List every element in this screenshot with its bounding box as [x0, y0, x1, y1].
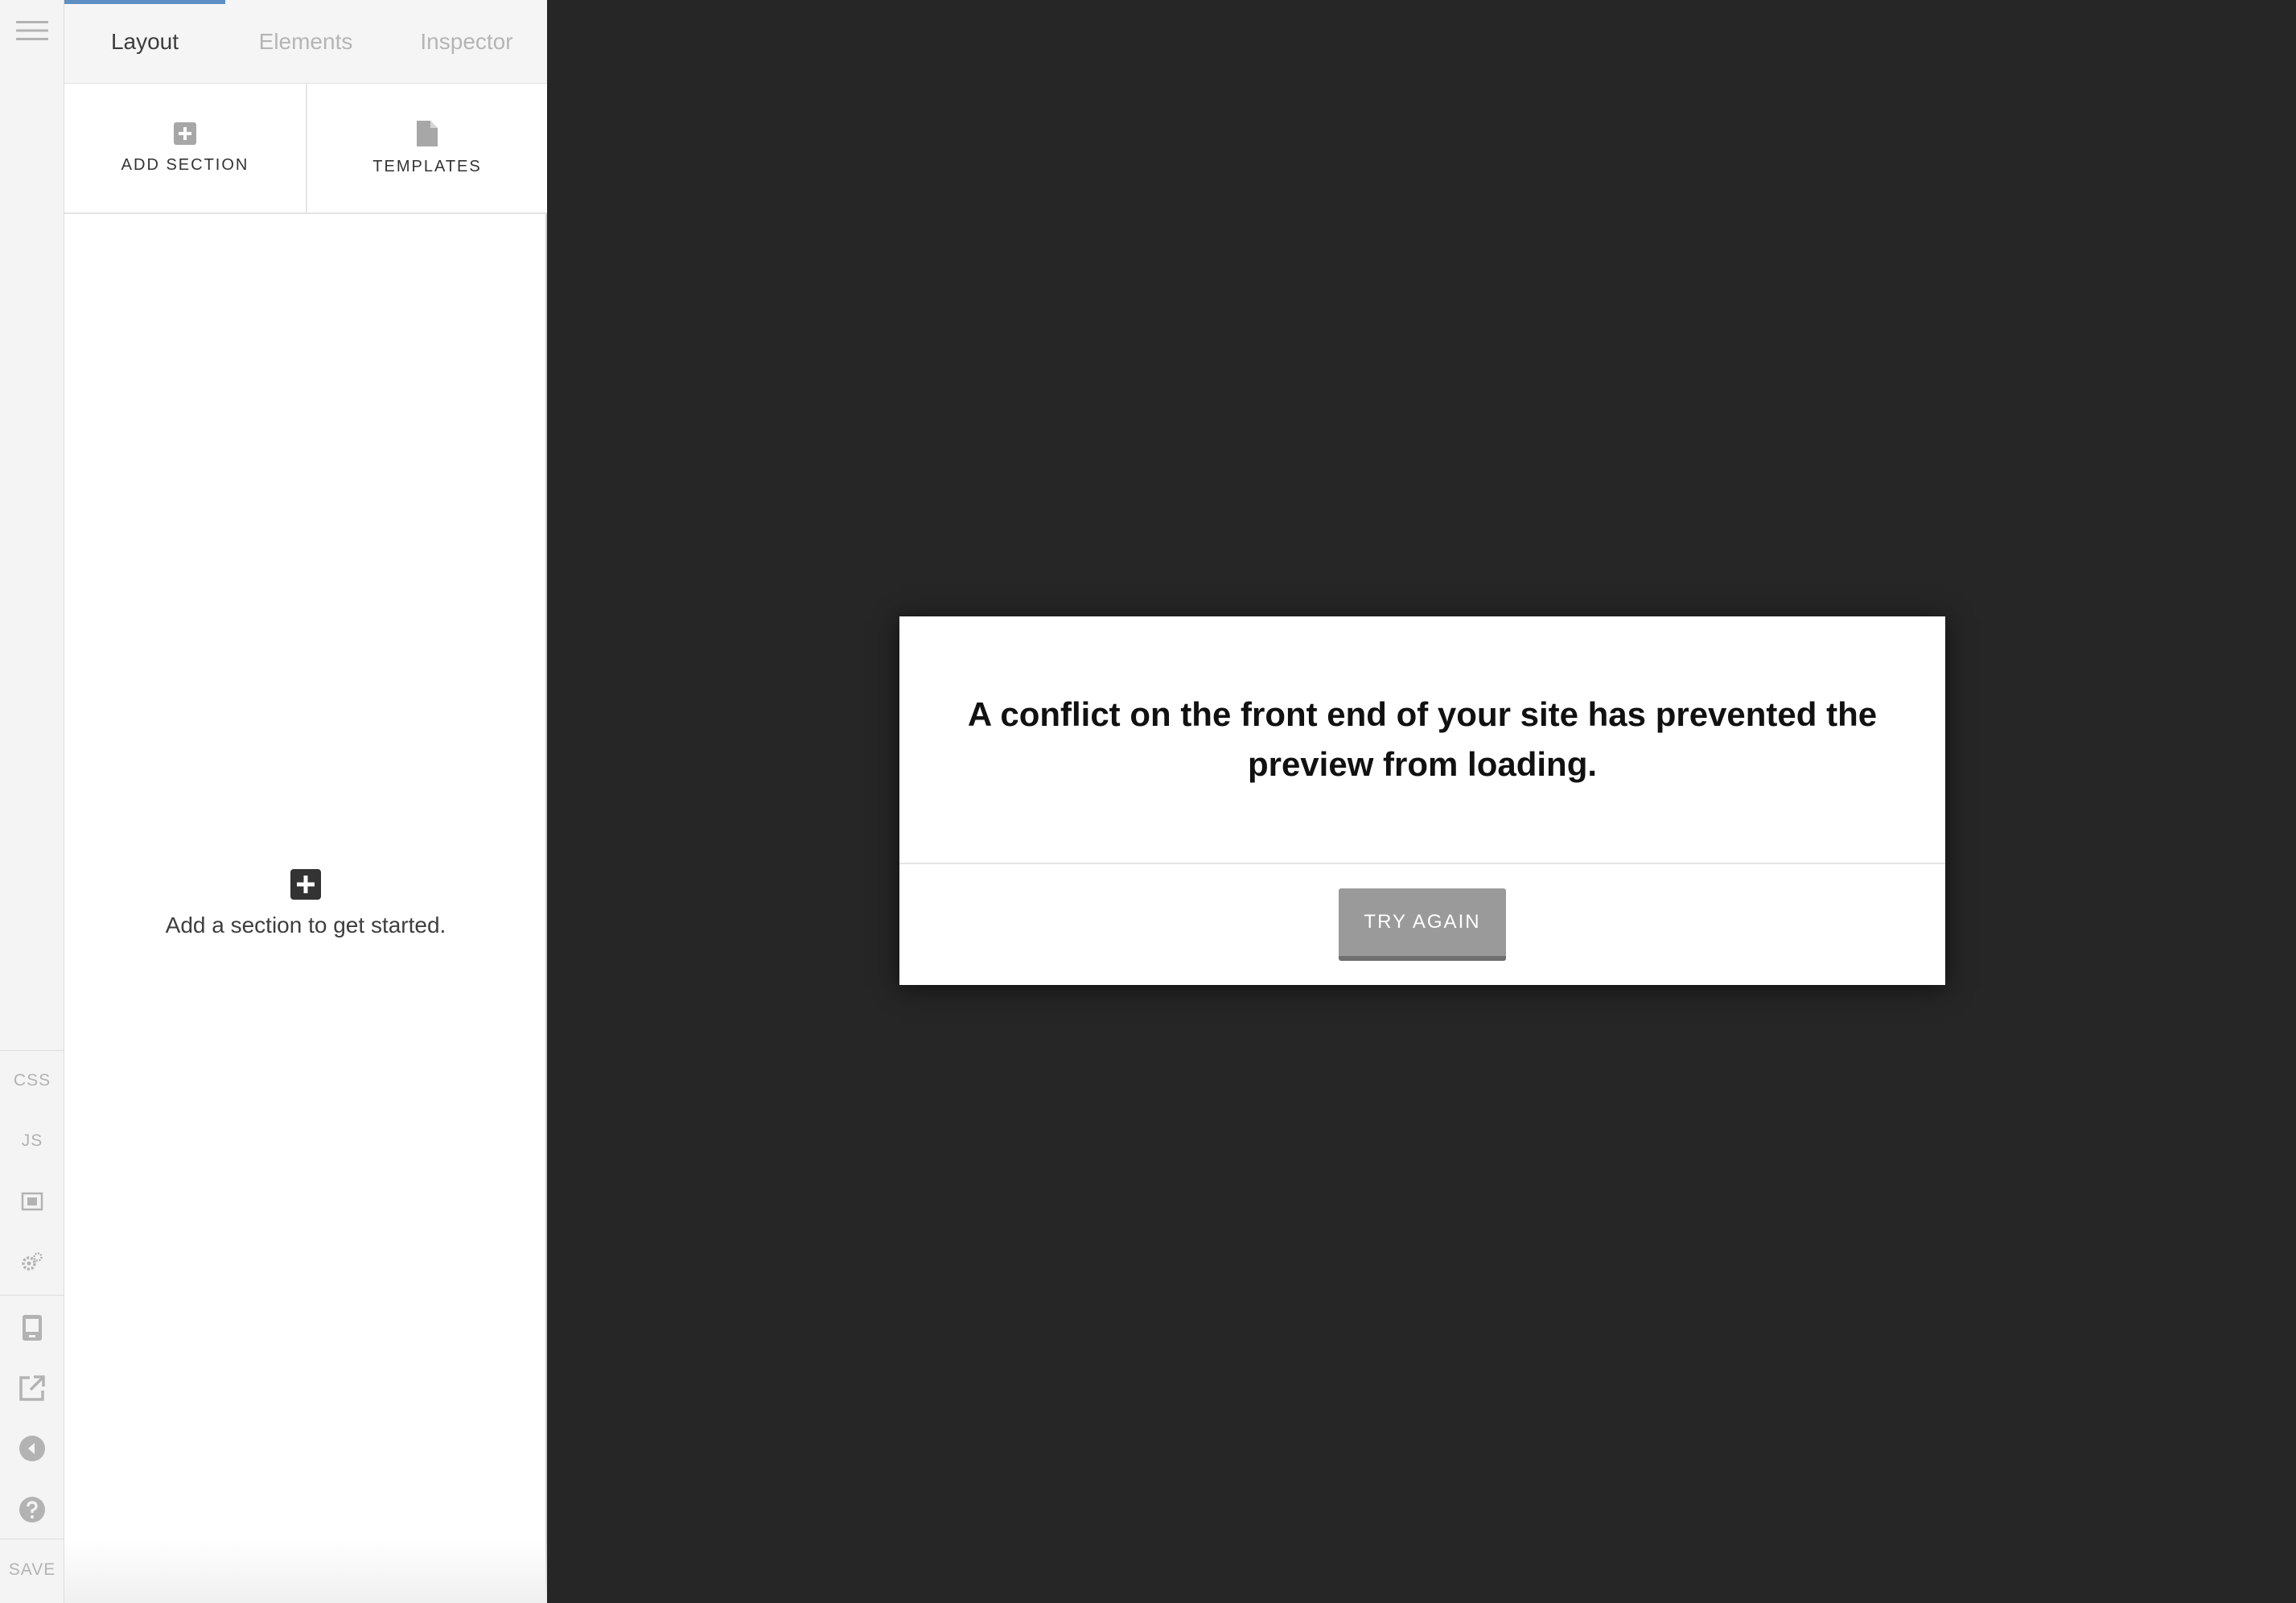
templates-label: TEMPLATES [372, 157, 482, 175]
view-site-button[interactable] [0, 1358, 64, 1419]
empty-state: Add a section to get started. [64, 869, 547, 938]
plus-square-icon[interactable] [290, 869, 321, 900]
app-root: CSS JS SAVE Layout Elements Inspector AD… [0, 0, 2296, 1603]
icon-bar-divider [0, 1295, 64, 1296]
add-section-label: ADD SECTION [121, 155, 249, 174]
help-button[interactable] [0, 1479, 64, 1540]
gears-icon [22, 1252, 43, 1271]
templates-button[interactable]: TEMPLATES [306, 84, 547, 212]
image-frame-icon [21, 1192, 43, 1211]
side-panel: Layout Elements Inspector ADD SECTION TE… [64, 0, 547, 1603]
tab-inspector[interactable]: Inspector [386, 0, 547, 84]
back-arrow-icon [19, 1436, 45, 1461]
js-label: JS [21, 1131, 43, 1150]
empty-state-text: Add a section to get started. [165, 913, 446, 937]
panel-bottom-fade [64, 1539, 547, 1603]
add-section-button[interactable]: ADD SECTION [64, 84, 306, 212]
try-again-button[interactable]: TRY AGAIN [1339, 888, 1506, 961]
css-editor-button[interactable]: CSS [0, 1050, 64, 1111]
menu-button[interactable] [0, 0, 64, 61]
save-label: SAVE [8, 1560, 56, 1579]
css-label: CSS [13, 1071, 51, 1090]
tab-elements[interactable]: Elements [225, 0, 386, 84]
icon-bar: CSS JS SAVE [0, 0, 64, 1603]
panel-tabs: Layout Elements Inspector [64, 0, 547, 84]
media-button[interactable] [0, 1171, 64, 1232]
external-link-icon [19, 1375, 45, 1401]
help-icon [19, 1497, 45, 1523]
error-modal-footer: TRY AGAIN [899, 864, 1945, 985]
error-modal-body: A conflict on the front end of your site… [899, 616, 1945, 864]
exit-button[interactable] [0, 1418, 64, 1479]
error-modal: A conflict on the front end of your site… [899, 616, 1945, 985]
settings-button[interactable] [0, 1231, 64, 1292]
responsive-device-icon [23, 1315, 42, 1341]
plus-square-icon [174, 122, 196, 145]
tab-layout[interactable]: Layout [64, 0, 225, 84]
menu-icon [16, 21, 48, 40]
document-icon [417, 120, 438, 146]
panel-actions: ADD SECTION TEMPLATES [64, 84, 547, 214]
preview-area: A conflict on the front end of your site… [547, 0, 2296, 1603]
save-button[interactable]: SAVE [0, 1539, 64, 1601]
responsive-button[interactable] [0, 1297, 64, 1358]
error-message: A conflict on the front end of your site… [967, 695, 1878, 783]
js-editor-button[interactable]: JS [0, 1111, 64, 1172]
